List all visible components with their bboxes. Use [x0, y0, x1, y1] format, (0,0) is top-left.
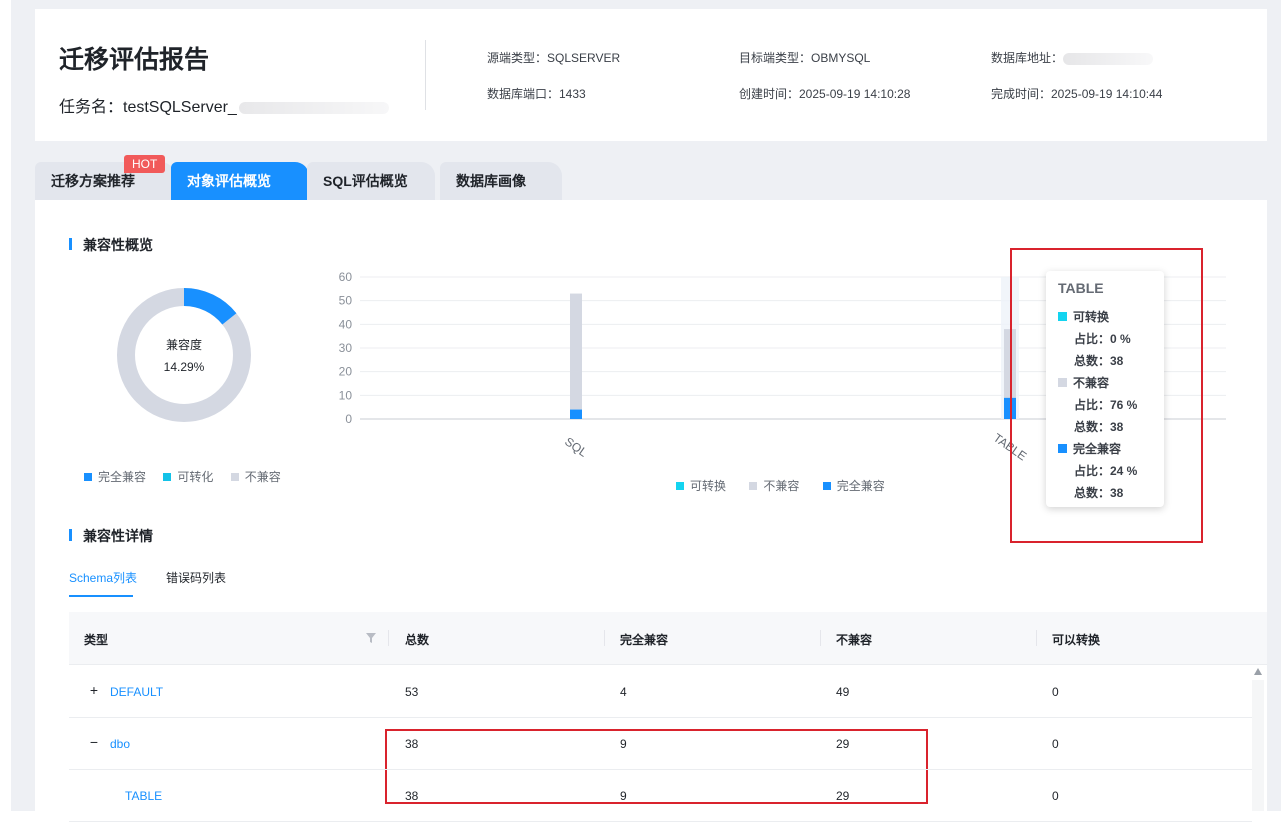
tab-db-profile-label: 数据库画像 [456, 173, 526, 189]
y-tick-label: 50 [339, 294, 353, 308]
subtab-schema-list[interactable]: Schema列表 [69, 569, 137, 586]
hot-badge: HOT [124, 155, 166, 173]
db-address-label: 数据库地址： [991, 51, 1064, 65]
target-type: 目标端类型：OBMYSQL [739, 51, 871, 65]
cell-convertible: 0 [1052, 789, 1059, 803]
y-tick-label: 0 [345, 412, 352, 426]
table-row: TABLE 38 9 29 0 [69, 769, 1252, 822]
schema-link-default[interactable]: DEFAULT [110, 685, 163, 699]
cell-full: 4 [620, 685, 627, 699]
table-row: − dbo 38 9 29 0 [69, 717, 1252, 770]
highlight-box-tooltip [1010, 248, 1203, 543]
bar-legend-swatch-full [822, 481, 831, 490]
legend-item-incompatible[interactable]: 不兼容 [230, 470, 281, 484]
subtab-error-codes[interactable]: 错误码列表 [166, 569, 226, 586]
task-name: 任务名：testSQLServer_ [59, 93, 389, 117]
bar-full-compatible [570, 409, 582, 419]
donut-compatible-arc [183, 288, 237, 325]
compat-detail-title: 兼容性详情 [69, 526, 153, 546]
filter-icon[interactable] [366, 633, 376, 643]
bar-incompatible [570, 293, 582, 410]
created-time: 创建时间：2025-09-19 14:10:28 [739, 87, 911, 101]
col-type: 类型 [84, 633, 109, 647]
tab-sql-overview-label: SQL评估概览 [323, 173, 408, 189]
legend-swatch-incompatible [230, 472, 239, 481]
tab-object-overview[interactable]: 对象评估概览 [171, 162, 309, 200]
tab-sql-overview[interactable]: SQL评估概览 [307, 162, 435, 200]
y-tick-label: 40 [339, 317, 353, 331]
redacted-db-address [1063, 52, 1154, 65]
bar-legend-label-incompatible: 不兼容 [763, 479, 800, 493]
report-header-card [35, 9, 1267, 141]
donut-center-value: 14.29% [163, 360, 205, 374]
col-separator [1036, 630, 1037, 646]
bar-legend-incompatible[interactable]: 不兼容 [749, 479, 799, 493]
tab-object-overview-label: 对象评估概览 [187, 173, 271, 189]
bar-legend-label-convertible: 可转换 [690, 479, 727, 493]
x-tick-label: SQL [562, 434, 590, 459]
col-full: 完全兼容 [620, 633, 669, 647]
legend-swatch-convertible [163, 472, 172, 481]
col-separator [388, 630, 389, 646]
subtab-active-indicator [69, 595, 133, 597]
y-tick-label: 60 [339, 270, 353, 284]
bar-legend-label-full: 完全兼容 [836, 479, 885, 493]
tab-db-profile[interactable]: 数据库画像 [440, 162, 562, 200]
legend-swatch-full [84, 472, 92, 481]
legend-label-full: 完全兼容 [98, 470, 147, 484]
cell-convertible: 0 [1052, 685, 1059, 699]
expand-icon[interactable]: + [87, 683, 101, 697]
cell-full: 9 [620, 789, 627, 803]
y-tick-label: 30 [339, 341, 353, 355]
bar-legend-convertible[interactable]: 可转换 [676, 479, 726, 493]
cell-convertible: 0 [1052, 737, 1059, 751]
legend-label-incompatible: 不兼容 [244, 470, 281, 484]
scroll-up-arrow-icon[interactable] [1254, 668, 1262, 675]
task-name-text: 任务名：testSQLServer_ [59, 99, 237, 116]
table-header: 类型 总数 完全兼容 不兼容 可以转换 [69, 612, 1267, 665]
db-address: 数据库地址： [991, 49, 1154, 66]
y-tick-label: 10 [339, 388, 353, 402]
y-tick-label: 20 [339, 365, 353, 379]
bar-legend-full[interactable]: 完全兼容 [822, 479, 885, 493]
cell-total: 38 [405, 789, 419, 803]
col-convertible: 可以转换 [1052, 633, 1101, 647]
finished-time: 完成时间：2025-09-19 14:10:44 [991, 87, 1163, 101]
tab-migration-plan-label: 迁移方案推荐 [51, 173, 135, 189]
legend-label-convertible: 可转化 [177, 470, 214, 484]
schema-link-dbo[interactable]: dbo [110, 737, 130, 751]
col-incompatible: 不兼容 [836, 633, 873, 647]
header-divider [425, 40, 426, 110]
compat-overview-title: 兼容性概览 [69, 235, 153, 255]
page-title: 迁移评估报告 [59, 46, 210, 74]
cell-incompatible: 49 [836, 685, 850, 699]
bar-legend-swatch-incompatible [749, 481, 758, 490]
col-separator [820, 630, 821, 646]
redacted-task-suffix [238, 101, 389, 114]
collapse-icon[interactable]: − [87, 735, 101, 749]
bar-legend-swatch-convertible [676, 481, 684, 490]
donut-center-label: 兼容度 [165, 338, 202, 352]
object-type-link-table[interactable]: TABLE [125, 789, 162, 803]
legend-item-convertible[interactable]: 可转化 [163, 470, 213, 484]
cell-full: 9 [620, 737, 627, 751]
donut-legend: 完全兼容 可转化 不兼容 [84, 468, 281, 485]
donut-svg [117, 288, 251, 422]
cell-incompatible: 29 [836, 789, 850, 803]
tab-migration-plan[interactable]: 迁移方案推荐 HOT [35, 155, 175, 200]
table-row: + DEFAULT 53 4 49 0 [69, 665, 1252, 718]
table-scrollbar[interactable] [1252, 680, 1264, 811]
source-type: 源端类型：SQLSERVER [487, 51, 621, 65]
cell-total: 53 [405, 685, 419, 699]
legend-item-full[interactable]: 完全兼容 [84, 470, 146, 484]
cell-total: 38 [405, 737, 419, 751]
cell-incompatible: 29 [836, 737, 850, 751]
bar-chart-legend: 可转换 不兼容 完全兼容 [676, 477, 885, 494]
col-separator [604, 630, 605, 646]
db-port: 数据库端口：1433 [487, 87, 586, 101]
compatibility-donut: 兼容度 14.29% [116, 287, 252, 423]
col-total: 总数 [405, 633, 430, 647]
